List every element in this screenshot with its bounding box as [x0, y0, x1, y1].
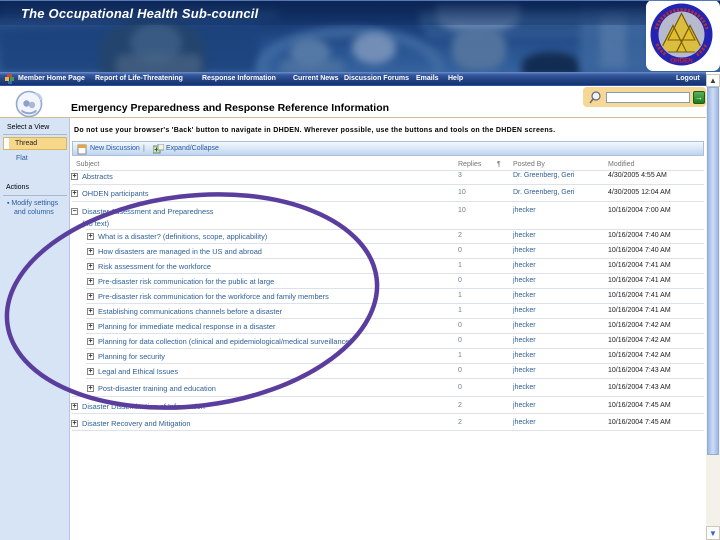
svg-text:OHDEN: OHDEN — [670, 58, 693, 65]
